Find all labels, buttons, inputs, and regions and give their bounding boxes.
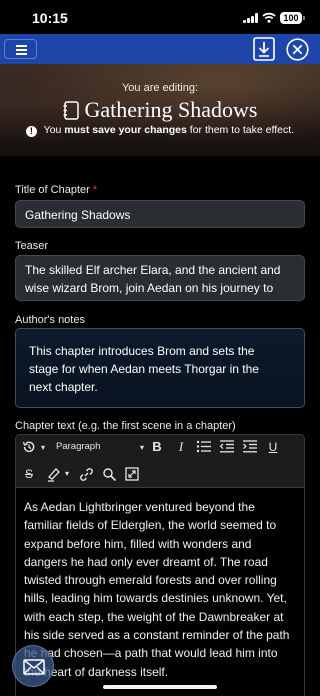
authors-notes-textarea[interactable]: This chapter introduces Brom and sets th…	[15, 328, 305, 408]
status-bar: 10:15 100	[0, 0, 320, 34]
chapter-text-label: Chapter text (e.g. the first scene in a …	[15, 420, 236, 432]
italic-button[interactable]: I	[174, 439, 188, 455]
notes-line: This chapter introduces Brom and sets th…	[29, 344, 255, 358]
status-time: 10:15	[32, 10, 68, 26]
history-dropdown-chevron-down-icon[interactable]: ▾	[38, 440, 48, 456]
wifi-icon	[262, 12, 276, 23]
top-toolbar	[0, 34, 320, 64]
notes-line: stage for when Aedan meets Thorgar in th…	[29, 362, 259, 376]
history-icon[interactable]	[22, 440, 36, 454]
chapter-title-value: Gathering Shadows	[25, 208, 131, 222]
notes-line: next chapter.	[29, 380, 98, 394]
bold-button[interactable]: B	[150, 439, 164, 455]
message-fab[interactable]	[12, 645, 54, 687]
indent-icon[interactable]	[242, 440, 258, 453]
hamburger-menu-icon[interactable]	[4, 39, 37, 59]
teaser-textarea[interactable]: The skilled Elf archer Elara, and the an…	[15, 255, 305, 301]
text-line: expand before him, filled with wonders a…	[24, 536, 252, 551]
outdent-icon[interactable]	[219, 440, 235, 453]
highlighter-chevron-down-icon[interactable]: ▾	[62, 466, 72, 482]
editor-toolbar: ▾ Paragraph ▾ B I U S ▾	[15, 434, 305, 488]
text-line: dangers he had only ever dreamt of. The …	[24, 554, 268, 569]
text-line: the heart of darkness itself.	[24, 664, 169, 679]
text-line: he had chosen—a path that would lead him…	[24, 646, 278, 661]
chapter-text-content: As Aedan Lightbringer ventured beyond th…	[24, 498, 302, 681]
text-line: his side served as a constant reminder o…	[24, 628, 290, 643]
exclamation-icon: !	[25, 126, 37, 137]
warning-text-post: for them to take effect.	[186, 124, 295, 136]
teaser-line: wise wizard Brom, join Aedan on his jour…	[25, 281, 274, 295]
story-title: Gathering Shadows	[84, 97, 258, 122]
required-mark: *	[92, 184, 98, 196]
envelope-icon	[23, 659, 45, 675]
text-line: twisted through emerald forests and over…	[24, 573, 277, 588]
chapter-title-input[interactable]: Gathering Shadows	[15, 200, 305, 228]
hero-banner: You are editing: Gathering Shadows ! You…	[0, 64, 320, 156]
fullscreen-icon[interactable]	[125, 467, 139, 481]
save-warning: ! You must save your changes for them to…	[0, 124, 320, 137]
text-line: familiar fields of Elderglen, the world …	[24, 518, 277, 533]
editing-label: You are editing:	[121, 82, 199, 94]
highlighter-icon[interactable]	[46, 467, 62, 482]
find-replace-icon[interactable]	[102, 467, 117, 482]
cellular-signal-icon	[243, 13, 259, 23]
warning-text-bold: must save your changes	[64, 124, 187, 136]
strikethrough-button[interactable]: S	[22, 466, 36, 482]
bullet-list-icon[interactable]	[196, 440, 212, 453]
title-label: Title of Chapter *	[15, 184, 98, 196]
story-title-heading: Gathering Shadows	[0, 97, 320, 123]
chapter-text-editor[interactable]: As Aedan Lightbringer ventured beyond th…	[15, 488, 305, 696]
download-icon[interactable]	[253, 37, 275, 61]
underline-button[interactable]: U	[266, 439, 280, 455]
warning-text-pre: You	[40, 124, 65, 136]
home-indicator[interactable]	[103, 685, 217, 689]
authors-notes-label: Author's notes	[15, 314, 85, 326]
teaser-label: Teaser	[15, 240, 49, 252]
link-icon[interactable]	[79, 467, 94, 482]
teaser-line: The skilled Elf archer Elara, and the an…	[25, 263, 281, 277]
text-line: As Aedan Lightbringer ventured beyond th…	[24, 500, 255, 514]
notebook-icon	[63, 101, 79, 120]
format-chevron-down-icon[interactable]: ▾	[137, 440, 147, 456]
text-line: with each step, the weight of the Dawnbr…	[24, 609, 284, 624]
text-line: hills, leading him towards destinies unk…	[24, 591, 287, 606]
close-circle-icon[interactable]	[286, 38, 309, 61]
battery-icon: 100	[280, 12, 305, 24]
paragraph-format-select[interactable]: Paragraph	[56, 439, 136, 455]
